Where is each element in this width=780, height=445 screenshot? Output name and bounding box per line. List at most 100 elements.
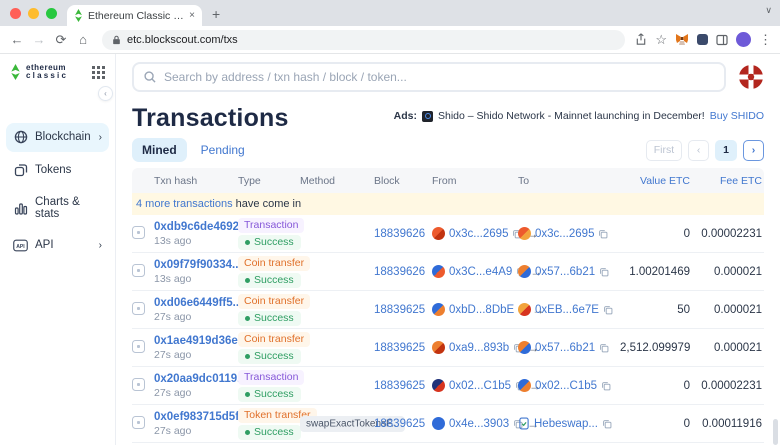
transaction-type-icon[interactable] (132, 302, 145, 315)
pagination-prev-button[interactable]: ‹ (688, 140, 709, 161)
txn-value: 0 (620, 380, 692, 392)
sidebar-item-label: Charts & stats (35, 196, 102, 220)
side-panel-icon[interactable] (716, 34, 728, 46)
transactions-table: Txn hash Type Method Block From To Value… (132, 168, 764, 445)
txn-hash-link[interactable]: 0xd06e6449ff5...b759 (154, 297, 238, 309)
metamask-extension-icon[interactable] (675, 33, 689, 46)
pagination-next-button[interactable]: › (743, 140, 764, 161)
chevron-down-icon[interactable]: ∨ (765, 5, 772, 16)
col-to: To (518, 175, 620, 187)
to-address-link[interactable]: 0x3c...2695 (535, 228, 594, 240)
back-button[interactable]: ← (8, 32, 26, 47)
block-link[interactable]: 18839626 (374, 266, 425, 278)
block-link[interactable]: 18839625 (374, 304, 425, 316)
extension-icon[interactable] (697, 34, 708, 45)
zoom-window-button[interactable] (46, 8, 57, 19)
status-badge: Success (238, 273, 301, 288)
col-fee-etc[interactable]: Fee ETC (692, 175, 764, 187)
pagination-first-button[interactable]: First (646, 140, 682, 161)
browser-tab[interactable]: Ethereum Classic transactions × (67, 5, 202, 26)
to-address-link[interactable]: 0xEB...6e7E (535, 304, 599, 316)
table-row: 0x0ef983715d5f...95cf 27s ago Token tran… (132, 405, 764, 443)
txn-fee: 0.000021 (692, 342, 764, 354)
copy-icon[interactable] (598, 229, 608, 239)
tab-mined[interactable]: Mined (132, 138, 187, 162)
sidebar-item-label: API (35, 239, 54, 251)
txn-hash-link[interactable]: 0xdb9c6de4692...e856 (154, 221, 238, 233)
txn-value: 1.00201469 (620, 266, 692, 278)
copy-icon[interactable] (599, 343, 609, 353)
home-button[interactable]: ⌂ (74, 32, 92, 47)
to-address-link[interactable]: 0x57...6b21 (535, 266, 595, 278)
success-dot-icon (245, 354, 250, 359)
copy-icon[interactable] (602, 419, 612, 429)
from-address-link[interactable]: 0xbD...8DbE (449, 304, 514, 316)
transaction-type-icon[interactable] (132, 416, 145, 429)
from-address-avatar (432, 379, 445, 392)
col-from: From (432, 175, 518, 187)
sidebar-item-tokens[interactable]: Tokens (6, 156, 109, 185)
sidebar-collapse-button[interactable]: ‹ (98, 86, 113, 101)
reload-button[interactable]: ⟳ (52, 32, 70, 48)
txn-value: 0 (620, 418, 692, 430)
txn-hash-link[interactable]: 0x20aa9dc0119...eb87 (154, 373, 238, 385)
transaction-type-icon[interactable] (132, 340, 145, 353)
block-link[interactable]: 18839625 (374, 418, 425, 430)
browser-toolbar: ← → ⟳ ⌂ etc.blockscout.com/txs ☆ (0, 26, 780, 54)
browser-menu-icon[interactable]: ⋮ (759, 32, 772, 48)
copy-icon[interactable] (601, 381, 611, 391)
from-address-link[interactable]: 0x4e...3903 (449, 418, 509, 430)
transaction-type-icon[interactable] (132, 226, 145, 239)
minimize-window-button[interactable] (28, 8, 39, 19)
search-placeholder: Search by address / txn hash / block / t… (164, 70, 407, 84)
col-value-etc[interactable]: Value ETC (620, 175, 692, 187)
close-window-button[interactable] (10, 8, 21, 19)
from-address-link[interactable]: 0x3C...e4A9 (449, 266, 512, 278)
copy-icon[interactable] (603, 305, 613, 315)
globe-icon (13, 130, 28, 145)
sidebar-item-blockchain[interactable]: Blockchain › (6, 123, 109, 152)
new-tab-button[interactable]: + (202, 6, 230, 26)
block-link[interactable]: 18839626 (374, 228, 425, 240)
address-bar[interactable]: etc.blockscout.com/txs (102, 30, 625, 50)
txn-age: 27s ago (154, 425, 238, 437)
transaction-type-icon[interactable] (132, 378, 145, 391)
new-transactions-banner: 4 more transactions have come in (132, 193, 764, 215)
sidebar-item-charts-stats[interactable]: Charts & stats (6, 189, 109, 227)
block-link[interactable]: 18839625 (374, 342, 425, 354)
buy-shido-link[interactable]: Buy SHIDO (710, 110, 764, 122)
svg-text:API: API (16, 244, 25, 250)
txn-value: 0 (620, 228, 692, 240)
brand-logo[interactable]: ethereum classic (0, 64, 115, 81)
block-link[interactable]: 18839625 (374, 380, 425, 392)
txn-hash-link[interactable]: 0x09f79f90334...2431 (154, 259, 238, 271)
txn-type-tag: Coin transfer (238, 294, 310, 309)
chevron-right-icon: › (99, 132, 102, 143)
txn-hash-link[interactable]: 0x1ae4919d36e...8c19 (154, 335, 238, 347)
tab-close-icon[interactable]: × (189, 10, 195, 21)
from-address-avatar (432, 417, 445, 430)
to-address-link[interactable]: 0x57...6b21 (535, 342, 595, 354)
search-input[interactable]: Search by address / txn hash / block / t… (132, 62, 726, 92)
tab-pending[interactable]: Pending (201, 143, 245, 157)
browser-profile-avatar[interactable] (736, 32, 751, 47)
col-type: Type (238, 175, 300, 187)
txn-age: 27s ago (154, 311, 238, 323)
more-transactions-link[interactable]: 4 more transactions (136, 198, 233, 210)
network-profile-icon[interactable] (738, 64, 764, 90)
status-badge: Success (238, 387, 301, 402)
share-icon[interactable] (635, 33, 647, 46)
bookmark-star-icon[interactable]: ☆ (655, 32, 667, 48)
from-address-link[interactable]: 0x3c...2695 (449, 228, 508, 240)
txn-hash-link[interactable]: 0x0ef983715d5f...95cf (154, 411, 238, 423)
scrollbar-thumb[interactable] (773, 419, 778, 445)
from-address-link[interactable]: 0xa9...893b (449, 342, 509, 354)
apps-grid-icon[interactable] (92, 66, 105, 79)
transaction-type-icon[interactable] (132, 264, 145, 277)
forward-button[interactable]: → (30, 32, 48, 47)
to-address-link[interactable]: 0x02...C1b5 (535, 380, 597, 392)
from-address-link[interactable]: 0x02...C1b5 (449, 380, 511, 392)
sidebar-item-api[interactable]: API API › (6, 231, 109, 260)
copy-icon[interactable] (599, 267, 609, 277)
to-address-link[interactable]: Hebeswap... (534, 418, 598, 430)
